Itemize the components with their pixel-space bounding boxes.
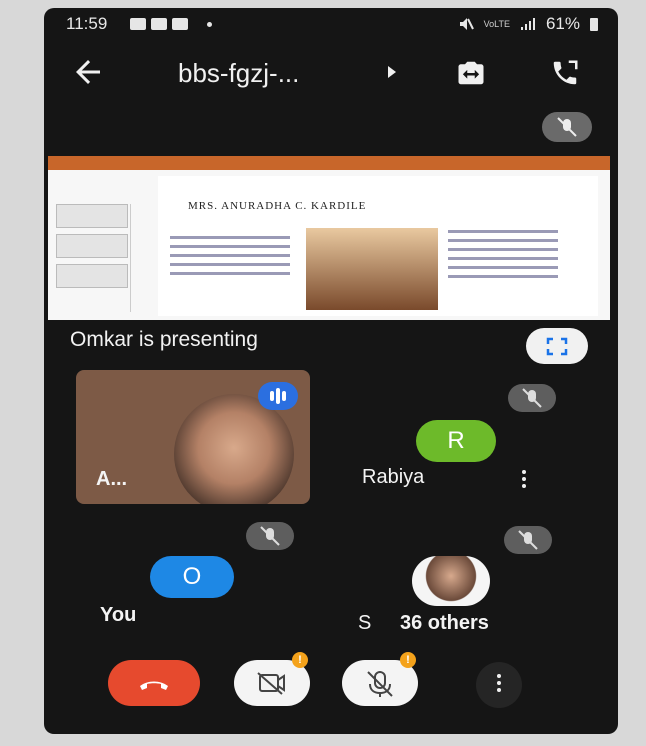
- meeting-code[interactable]: bbs-fgzj-...: [178, 58, 299, 89]
- speaking-indicator: [258, 382, 298, 410]
- slide-thumbnail: [56, 234, 128, 258]
- participant-name: A...: [96, 468, 128, 490]
- presentation-toolbar: [48, 156, 610, 170]
- presenter-label: Omkar is presenting: [70, 328, 258, 351]
- more-options-button[interactable]: [476, 662, 522, 708]
- slide-thumbnails: [56, 204, 131, 312]
- video-notification-icon: [151, 18, 167, 30]
- participant-tile[interactable]: A...: [76, 370, 310, 504]
- participant-video: [174, 394, 294, 504]
- arrow-left-icon[interactable]: [70, 54, 106, 90]
- mic-off-icon: [246, 522, 294, 550]
- slide-text-block: [448, 230, 558, 284]
- mic-off-icon: [504, 526, 552, 554]
- fullscreen-icon: [546, 337, 568, 356]
- presenter-mic-off-chip: [542, 112, 592, 142]
- status-time: 11:59: [66, 14, 108, 33]
- others-count[interactable]: 36 others: [400, 612, 489, 635]
- slide-text-block: [170, 236, 290, 281]
- avatar: R: [416, 420, 496, 462]
- shared-screen[interactable]: MRS. ANURADHA C. KARDILE: [48, 156, 610, 320]
- warning-badge: !: [400, 652, 416, 668]
- network-label: VoLTE: [483, 18, 510, 29]
- signal-icon: [520, 18, 535, 30]
- slide-document: MRS. ANURADHA C. KARDILE: [158, 176, 598, 316]
- video-notification-icon: [130, 18, 146, 30]
- more-vert-icon: [497, 674, 501, 695]
- image-notification-icon: [172, 18, 188, 30]
- battery-percent: 61%: [545, 14, 580, 33]
- mic-toggle-button[interactable]: !: [342, 652, 418, 706]
- fullscreen-button[interactable]: [526, 328, 588, 364]
- camera-toggle-button[interactable]: !: [234, 652, 310, 706]
- more-vert-icon[interactable]: [522, 470, 526, 491]
- notification-icons: [130, 18, 212, 30]
- mute-icon: [459, 18, 474, 30]
- slide-thumbnail: [56, 264, 128, 288]
- switch-camera-icon[interactable]: [456, 58, 486, 88]
- slide-photo: [306, 228, 438, 310]
- slide-thumbnail: [56, 204, 128, 228]
- caret-right-icon[interactable]: [388, 66, 396, 78]
- slide-title: MRS. ANURADHA C. KARDILE: [188, 200, 367, 212]
- avatar: O: [150, 556, 234, 598]
- avatar: [412, 556, 490, 606]
- end-call-button[interactable]: [108, 660, 200, 706]
- top-app-bar: bbs-fgzj-...: [44, 44, 618, 100]
- participant-name: You: [100, 604, 137, 626]
- dot-icon: [207, 21, 212, 27]
- phone-hangup-icon: [140, 681, 168, 690]
- phone-screen: 11:59 VoLTE 61% bbs-fgzj-... MRS. ANURAD…: [44, 8, 618, 734]
- status-right: VoLTE 61%: [458, 14, 598, 34]
- participant-name: S: [358, 612, 372, 634]
- mic-off-icon: [557, 117, 577, 137]
- status-bar: 11:59 VoLTE 61%: [44, 8, 618, 44]
- mic-off-icon: [508, 384, 556, 412]
- warning-badge: !: [292, 652, 308, 668]
- participant-name: Rabiya: [362, 466, 425, 488]
- call-audio-icon[interactable]: [550, 58, 580, 88]
- battery-icon: [590, 17, 598, 31]
